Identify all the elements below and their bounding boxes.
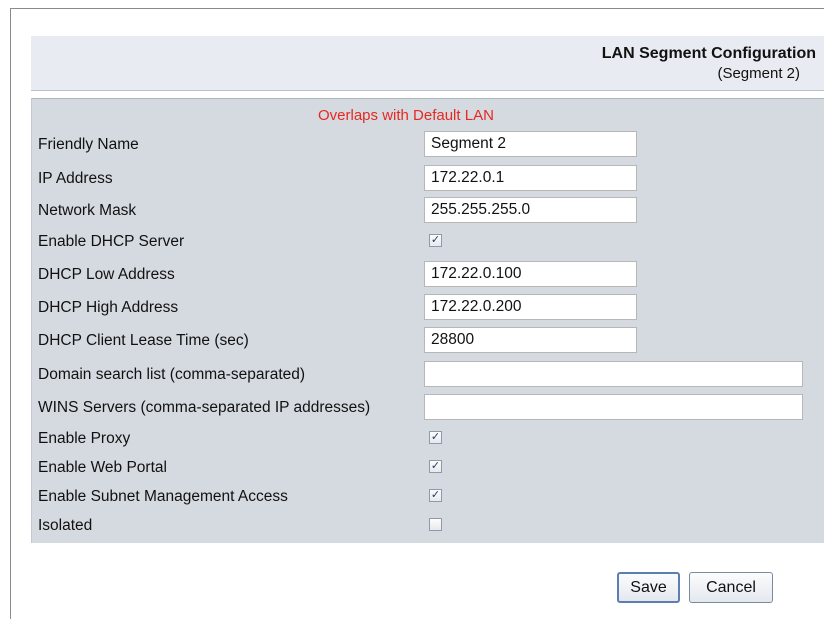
enable-subnet-mgmt-label: Enable Subnet Management Access bbox=[38, 488, 288, 505]
overlap-warning: Overlaps with Default LAN bbox=[318, 107, 494, 124]
cancel-button[interactable]: Cancel bbox=[689, 572, 773, 603]
network-mask-input[interactable] bbox=[424, 197, 637, 223]
ip-address-input[interactable] bbox=[424, 165, 637, 191]
wins-servers-label: WINS Servers (comma-separated IP address… bbox=[38, 399, 371, 416]
network-mask-label: Network Mask bbox=[38, 202, 137, 219]
save-button[interactable]: Save bbox=[617, 572, 680, 603]
friendly-name-input[interactable] bbox=[424, 131, 637, 157]
isolated-label: Isolated bbox=[38, 517, 93, 534]
row-enable-proxy: Enable Proxy ✓ bbox=[32, 423, 824, 455]
isolated-checkbox[interactable] bbox=[429, 518, 442, 531]
row-enable-subnet-mgmt: Enable Subnet Management Access ✓ bbox=[32, 481, 824, 513]
dialog-subtitle: (Segment 2) bbox=[717, 65, 800, 82]
row-dhcp-low: DHCP Low Address bbox=[32, 259, 824, 291]
dhcp-high-label: DHCP High Address bbox=[38, 299, 179, 316]
enable-dhcp-label: Enable DHCP Server bbox=[38, 233, 185, 250]
enable-subnet-mgmt-checkbox[interactable]: ✓ bbox=[429, 489, 442, 502]
enable-web-portal-checkbox[interactable]: ✓ bbox=[429, 460, 442, 473]
row-domain-search: Domain search list (comma-separated) bbox=[32, 359, 824, 391]
domain-search-input[interactable] bbox=[424, 361, 803, 387]
dhcp-low-label: DHCP Low Address bbox=[38, 266, 175, 283]
dialog-header: LAN Segment Configuration (Segment 2) bbox=[31, 36, 824, 91]
ip-address-label: IP Address bbox=[38, 170, 113, 187]
dialog-title: LAN Segment Configuration bbox=[601, 45, 816, 62]
row-friendly-name: Friendly Name bbox=[32, 129, 824, 161]
enable-proxy-label: Enable Proxy bbox=[38, 430, 131, 447]
enable-proxy-checkbox[interactable]: ✓ bbox=[429, 431, 442, 444]
row-network-mask: Network Mask bbox=[32, 195, 824, 227]
enable-dhcp-checkbox[interactable]: ✓ bbox=[429, 234, 442, 247]
lease-time-label: DHCP Client Lease Time (sec) bbox=[38, 332, 249, 349]
domain-search-label: Domain search list (comma-separated) bbox=[38, 366, 306, 383]
row-dhcp-high: DHCP High Address bbox=[32, 292, 824, 324]
form-panel: Overlaps with Default LAN Friendly Name … bbox=[31, 98, 824, 543]
row-isolated: Isolated bbox=[32, 510, 824, 542]
dhcp-high-input[interactable] bbox=[424, 294, 637, 320]
row-enable-web-portal: Enable Web Portal ✓ bbox=[32, 452, 824, 484]
enable-web-portal-label: Enable Web Portal bbox=[38, 459, 167, 476]
wins-servers-input[interactable] bbox=[424, 394, 803, 420]
dhcp-low-input[interactable] bbox=[424, 261, 637, 287]
row-wins-servers: WINS Servers (comma-separated IP address… bbox=[32, 392, 824, 424]
lease-time-input[interactable] bbox=[424, 327, 637, 353]
row-enable-dhcp: Enable DHCP Server ✓ bbox=[32, 226, 824, 258]
friendly-name-label: Friendly Name bbox=[38, 136, 139, 153]
row-ip-address: IP Address bbox=[32, 163, 824, 195]
row-lease-time: DHCP Client Lease Time (sec) bbox=[32, 325, 824, 357]
